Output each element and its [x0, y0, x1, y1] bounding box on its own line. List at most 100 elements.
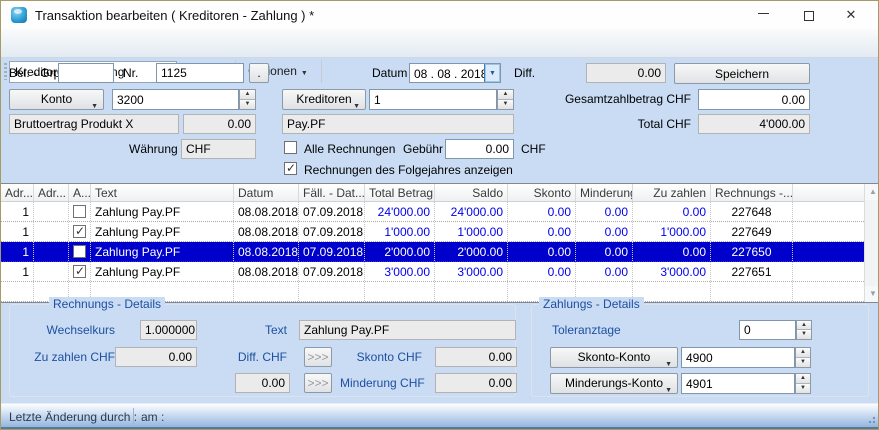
alle-rechnungen-label: Alle Rechnungen [304, 142, 395, 156]
datepicker-dropdown-button[interactable]: ▼ [484, 64, 500, 82]
gesamtzahlbetrag-input[interactable] [698, 89, 810, 110]
table-cell [1, 282, 34, 301]
table-row[interactable]: 1Zahlung Pay.PF08.08.201807.09.20181'000… [1, 222, 879, 242]
toleranztage-input[interactable] [739, 320, 796, 340]
column-header[interactable]: Skonto [508, 184, 576, 201]
datum-label: Datum [372, 66, 407, 80]
chevron-down-icon: ▼ [489, 70, 496, 77]
table-cell: 3'000.00 [435, 262, 508, 281]
title-bar: Transaktion bearbeiten ( Kreditoren - Za… [1, 1, 878, 29]
skonto-konto-spinner[interactable]: ▲▼ [795, 347, 811, 368]
table-cell: 07.09.2018 [299, 242, 365, 261]
table-cell: 1'000.00 [365, 222, 435, 241]
kreditoren-spinner[interactable]: ▲▼ [497, 89, 514, 110]
konto-input[interactable] [112, 89, 239, 110]
table-cell [69, 262, 91, 281]
folgejahr-label: Rechnungen des Folgejahres anzeigen [304, 163, 513, 177]
row-checkbox[interactable] [73, 245, 86, 258]
details-skonto-field: 0.00 [435, 347, 517, 367]
spinner-up-icon[interactable]: ▲ [796, 374, 810, 384]
details-skonto-label: Skonto CHF [340, 350, 422, 364]
spinner-up-icon[interactable]: ▲ [797, 321, 811, 330]
gebuehr-input[interactable] [445, 139, 514, 159]
diff-value-field: 0.00 [586, 63, 666, 83]
table-cell [711, 282, 793, 301]
wechselkurs-field: 1.000000 [140, 320, 197, 340]
konto-spinner[interactable]: ▲▼ [239, 89, 256, 110]
transaction-window: Transaktion bearbeiten ( Kreditoren - Za… [0, 0, 879, 430]
column-header[interactable]: Adr... [1, 184, 34, 201]
minderungs-konto-input[interactable] [681, 373, 795, 394]
table-cell: 08.08.2018 [234, 262, 299, 281]
scroll-up-icon[interactable]: ▲ [865, 184, 879, 200]
chevron-down-icon: ▼ [665, 381, 672, 400]
toolbar-grip-handle[interactable] [4, 63, 7, 80]
vertical-scrollbar[interactable]: ▲ ▼ [864, 184, 879, 302]
scroll-down-icon[interactable]: ▼ [865, 286, 879, 302]
kreditoren-selector-button[interactable]: Kreditoren ▼ [282, 89, 366, 110]
minderungs-konto-label: Minderungs-Konto [565, 376, 663, 390]
column-header[interactable]: Minderung [576, 184, 633, 201]
spinner-up-icon[interactable]: ▲ [796, 348, 810, 358]
column-header[interactable]: Text [91, 184, 234, 201]
toleranztage-spinner[interactable]: ▲▼ [796, 320, 812, 340]
chevron-down-icon: ▼ [301, 70, 308, 77]
table-row[interactable]: 1Zahlung Pay.PF08.08.201807.09.20182'000… [1, 242, 879, 262]
table-cell: 2'000.00 [365, 242, 435, 261]
transfer-skonto-button[interactable]: >>> [304, 347, 332, 367]
column-header[interactable]: Datum [234, 184, 299, 201]
datum-datepicker[interactable]: 08 . 08 . 2018 ▼ [409, 63, 501, 83]
invoice-table: Adr...Adr...A...TextDatumFäll. - Dat...T… [1, 183, 879, 303]
resize-grip[interactable] [866, 414, 875, 423]
waehrung-value-field: CHF [181, 139, 256, 159]
table-cell [34, 262, 69, 281]
table-cell [234, 282, 299, 301]
spinner-down-icon[interactable]: ▼ [498, 100, 513, 110]
zu-zahlen-field: 0.00 [115, 347, 197, 367]
table-row[interactable]: 1Zahlung Pay.PF08.08.201807.09.20183'000… [1, 262, 879, 282]
table-row[interactable]: 1Zahlung Pay.PF08.08.201807.09.201824'00… [1, 202, 879, 222]
nr-input[interactable] [156, 63, 244, 83]
toleranztage-label: Toleranztage [552, 323, 621, 337]
minderungs-konto-selector-button[interactable]: Minderungs-Konto ▼ [550, 373, 678, 394]
alle-rechnungen-checkbox[interactable] [284, 141, 297, 154]
nr-lookup-button[interactable]: . [249, 63, 269, 83]
minimize-button[interactable] [741, 1, 785, 28]
bel-grp-input[interactable] [58, 63, 114, 83]
table-cell: 0.00 [576, 202, 633, 221]
spinner-up-icon[interactable]: ▲ [240, 90, 255, 100]
column-header[interactable]: Rechnungs -... [711, 184, 793, 201]
table-cell [633, 282, 711, 301]
close-button[interactable]: ✕ [829, 1, 873, 28]
kreditoren-input[interactable] [369, 89, 497, 110]
column-header[interactable]: Saldo [435, 184, 508, 201]
spinner-down-icon[interactable]: ▼ [240, 100, 255, 110]
konto-selector-button[interactable]: Konto ▼ [9, 89, 104, 110]
table-cell: 1 [1, 202, 34, 221]
app-icon [11, 7, 27, 23]
minderungs-konto-spinner[interactable]: ▲▼ [795, 373, 811, 394]
column-header[interactable]: Zu zahlen [633, 184, 711, 201]
skonto-konto-selector-button[interactable]: Skonto-Konto ▼ [550, 347, 678, 368]
column-header[interactable]: Total Betrag [365, 184, 435, 201]
folgejahr-checkbox[interactable] [284, 162, 297, 175]
maximize-button[interactable] [787, 1, 831, 28]
speichern-button[interactable]: Speichern [674, 63, 810, 84]
table-body: 1Zahlung Pay.PF08.08.201807.09.201824'00… [1, 202, 879, 302]
transfer-minderung-button[interactable]: >>> [304, 373, 332, 393]
spinner-down-icon[interactable]: ▼ [796, 384, 810, 394]
wechselkurs-label: Wechselkurs [20, 323, 115, 337]
spinner-down-icon[interactable]: ▼ [797, 330, 811, 339]
column-header[interactable]: A... [69, 184, 91, 201]
table-cell: 07.09.2018 [299, 222, 365, 241]
spinner-up-icon[interactable]: ▲ [498, 90, 513, 100]
konto-saldo-field: 0.00 [183, 114, 256, 134]
row-checkbox[interactable] [73, 265, 86, 278]
details-diff-field: 0.00 [235, 373, 290, 393]
skonto-konto-input[interactable] [681, 347, 795, 368]
column-header[interactable]: Adr... [34, 184, 69, 201]
column-header[interactable]: Fäll. - Dat... [299, 184, 365, 201]
spinner-down-icon[interactable]: ▼ [796, 358, 810, 368]
row-checkbox[interactable] [73, 205, 86, 218]
row-checkbox[interactable] [73, 225, 86, 238]
